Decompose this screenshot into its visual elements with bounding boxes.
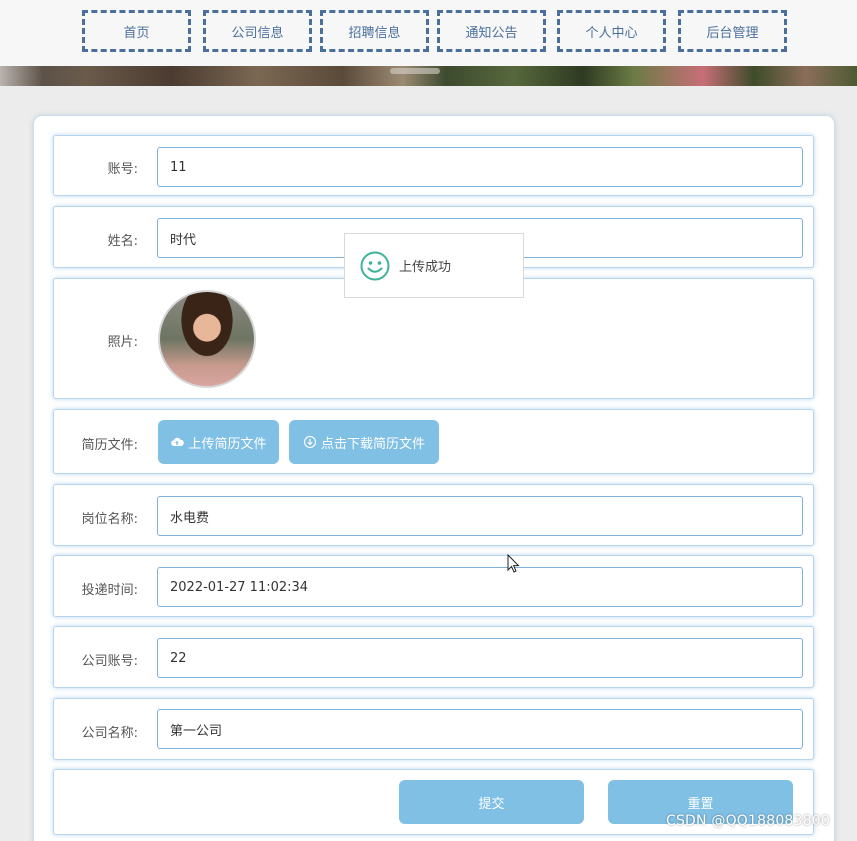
nav-jobs[interactable]: 招聘信息	[320, 10, 429, 52]
company-account-label: 公司账号:	[81, 654, 138, 669]
download-circle-icon	[303, 435, 317, 449]
nav-notices[interactable]: 通知公告	[437, 10, 546, 52]
position-label: 岗位名称:	[81, 512, 138, 527]
banner-image	[0, 66, 857, 86]
download-resume-button[interactable]: 点击下载简历文件	[289, 420, 439, 464]
submit-button[interactable]: 提交	[399, 780, 584, 824]
watermark: CSDN @QQ188083800	[666, 813, 830, 829]
upload-resume-label: 上传简历文件	[188, 436, 267, 452]
name-label: 姓名:	[107, 234, 138, 249]
time-row: 投递时间: 2022-01-27 11:02:34	[53, 555, 814, 617]
company-name-label: 公司名称:	[81, 726, 138, 741]
account-row: 账号: 11	[53, 135, 814, 196]
resume-label: 简历文件:	[81, 438, 138, 453]
resume-row: 简历文件: 上传简历文件 点击下载简历文件	[53, 409, 814, 474]
upload-resume-button[interactable]: 上传简历文件	[158, 420, 279, 464]
time-label: 投递时间:	[81, 583, 138, 598]
position-row: 岗位名称: 水电费	[53, 484, 814, 546]
cloud-upload-icon	[171, 437, 185, 446]
nav-admin[interactable]: 后台管理	[678, 10, 787, 52]
account-label: 账号:	[107, 162, 138, 177]
nav-home[interactable]: 首页	[82, 10, 191, 52]
time-input[interactable]: 2022-01-27 11:02:34	[157, 567, 803, 607]
company-name-row: 公司名称: 第一公司	[53, 698, 814, 760]
avatar[interactable]	[158, 290, 256, 388]
company-account-row: 公司账号: 22	[53, 626, 814, 688]
photo-label: 照片:	[107, 335, 138, 350]
nav-personal-center[interactable]: 个人中心	[557, 10, 666, 52]
smile-icon	[360, 251, 390, 280]
success-toast: 上传成功	[344, 233, 524, 298]
download-resume-label: 点击下载简历文件	[320, 436, 425, 452]
top-nav: 首页 公司信息 招聘信息 通知公告 个人中心 后台管理	[0, 0, 857, 66]
nav-company-info[interactable]: 公司信息	[203, 10, 312, 52]
mouse-pointer-icon	[507, 554, 520, 573]
account-input[interactable]: 11	[157, 147, 803, 187]
toast-message: 上传成功	[399, 260, 452, 275]
position-input[interactable]: 水电费	[157, 496, 803, 536]
company-account-input[interactable]: 22	[157, 638, 803, 678]
company-name-input[interactable]: 第一公司	[157, 709, 803, 749]
